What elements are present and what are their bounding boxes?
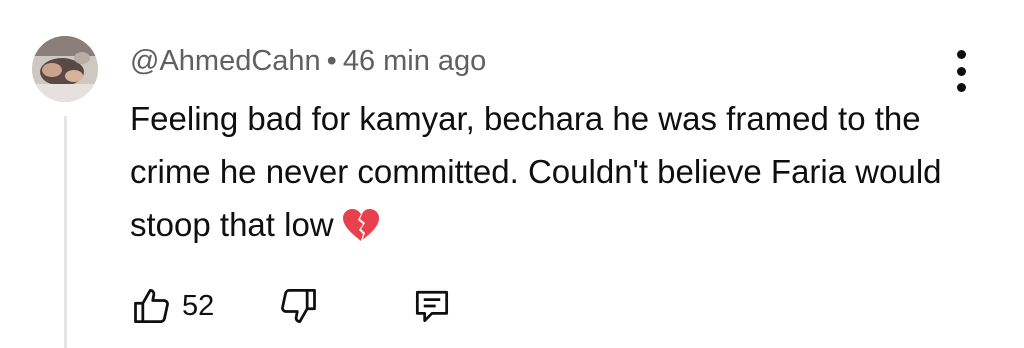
comment-header: @AhmedCahn • 46 min ago <box>130 44 486 78</box>
comment-text: Feeling bad for kamyar, bechara he was f… <box>130 100 942 243</box>
comment-timestamp[interactable]: 46 min ago <box>343 45 487 77</box>
author-handle[interactable]: @AhmedCahn <box>130 45 321 77</box>
like-button[interactable]: 52 <box>130 284 214 328</box>
reply-comment-icon <box>415 290 449 323</box>
more-vert-icon-dot <box>956 83 966 92</box>
more-vert-icon <box>956 50 966 59</box>
avatar-image <box>32 36 98 102</box>
more-vert-icon-dot <box>956 66 966 76</box>
thread-line <box>64 116 67 348</box>
like-count: 52 <box>182 289 215 322</box>
thumbs-up-icon <box>134 289 169 323</box>
dislike-button[interactable] <box>276 284 320 333</box>
thumbs-down-icon <box>281 289 316 323</box>
broken-heart-icon <box>342 204 380 257</box>
comment-body: Feeling bad for kamyar, bechara he was f… <box>130 92 970 257</box>
more-options-button[interactable] <box>944 48 978 94</box>
meta-separator: • <box>326 45 337 77</box>
reply-button[interactable] <box>410 284 454 333</box>
avatar[interactable] <box>32 36 98 102</box>
